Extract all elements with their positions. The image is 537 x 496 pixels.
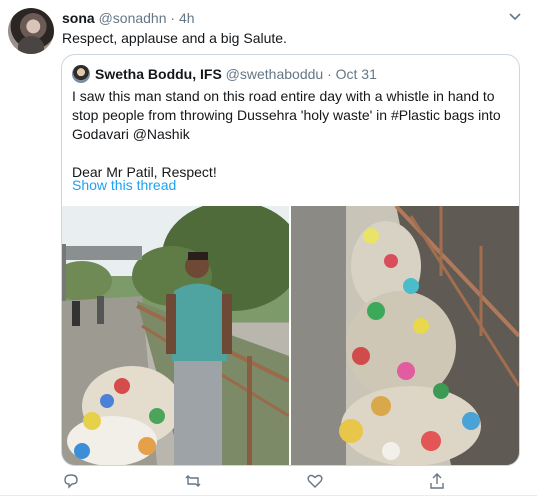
reply-icon[interactable] [62, 472, 80, 490]
tweet-actions [62, 472, 482, 490]
author-name[interactable]: sona [62, 10, 95, 26]
photo-waste-bags[interactable] [291, 206, 519, 465]
separator: · [170, 10, 176, 26]
quoted-author-name: Swetha Boddu, IFS [95, 66, 222, 82]
avatar[interactable] [8, 8, 54, 54]
photo-man-on-bridge[interactable] [62, 206, 289, 465]
chevron-down-icon[interactable] [507, 8, 523, 24]
quoted-author-handle: @swethaboddu [225, 66, 324, 82]
like-icon[interactable] [306, 472, 324, 490]
timestamp[interactable]: 4h [179, 10, 195, 26]
tweet-text: Respect, applause and a big Salute. [62, 30, 287, 46]
quoted-text-line: Godavari @Nashik [72, 126, 190, 142]
author-handle[interactable]: @sonadhn [99, 10, 167, 26]
tweet-header: sona @sonadhn · 4h [62, 10, 195, 26]
quoted-avatar [72, 65, 90, 83]
quoted-tweet[interactable]: Swetha Boddu, IFS @swethaboddu · Oct 31 … [61, 54, 520, 466]
quoted-tweet-header: Swetha Boddu, IFS @swethaboddu · Oct 31 [72, 65, 377, 83]
tweet[interactable]: sona @sonadhn · 4h Respect, applause and… [0, 0, 537, 496]
quoted-text-line: I saw this man stand on this road entire… [72, 88, 495, 104]
share-icon[interactable] [428, 472, 446, 490]
quoted-timestamp: Oct 31 [335, 66, 377, 82]
photo-grid[interactable] [62, 206, 519, 465]
quoted-text-line: stop people from throwing Dussehra 'holy… [72, 107, 501, 123]
quoted-tweet-text: I saw this man stand on this road entire… [72, 87, 512, 182]
retweet-icon[interactable] [184, 472, 202, 490]
separator: · [327, 66, 332, 82]
show-thread-link[interactable]: Show this thread [72, 177, 176, 193]
